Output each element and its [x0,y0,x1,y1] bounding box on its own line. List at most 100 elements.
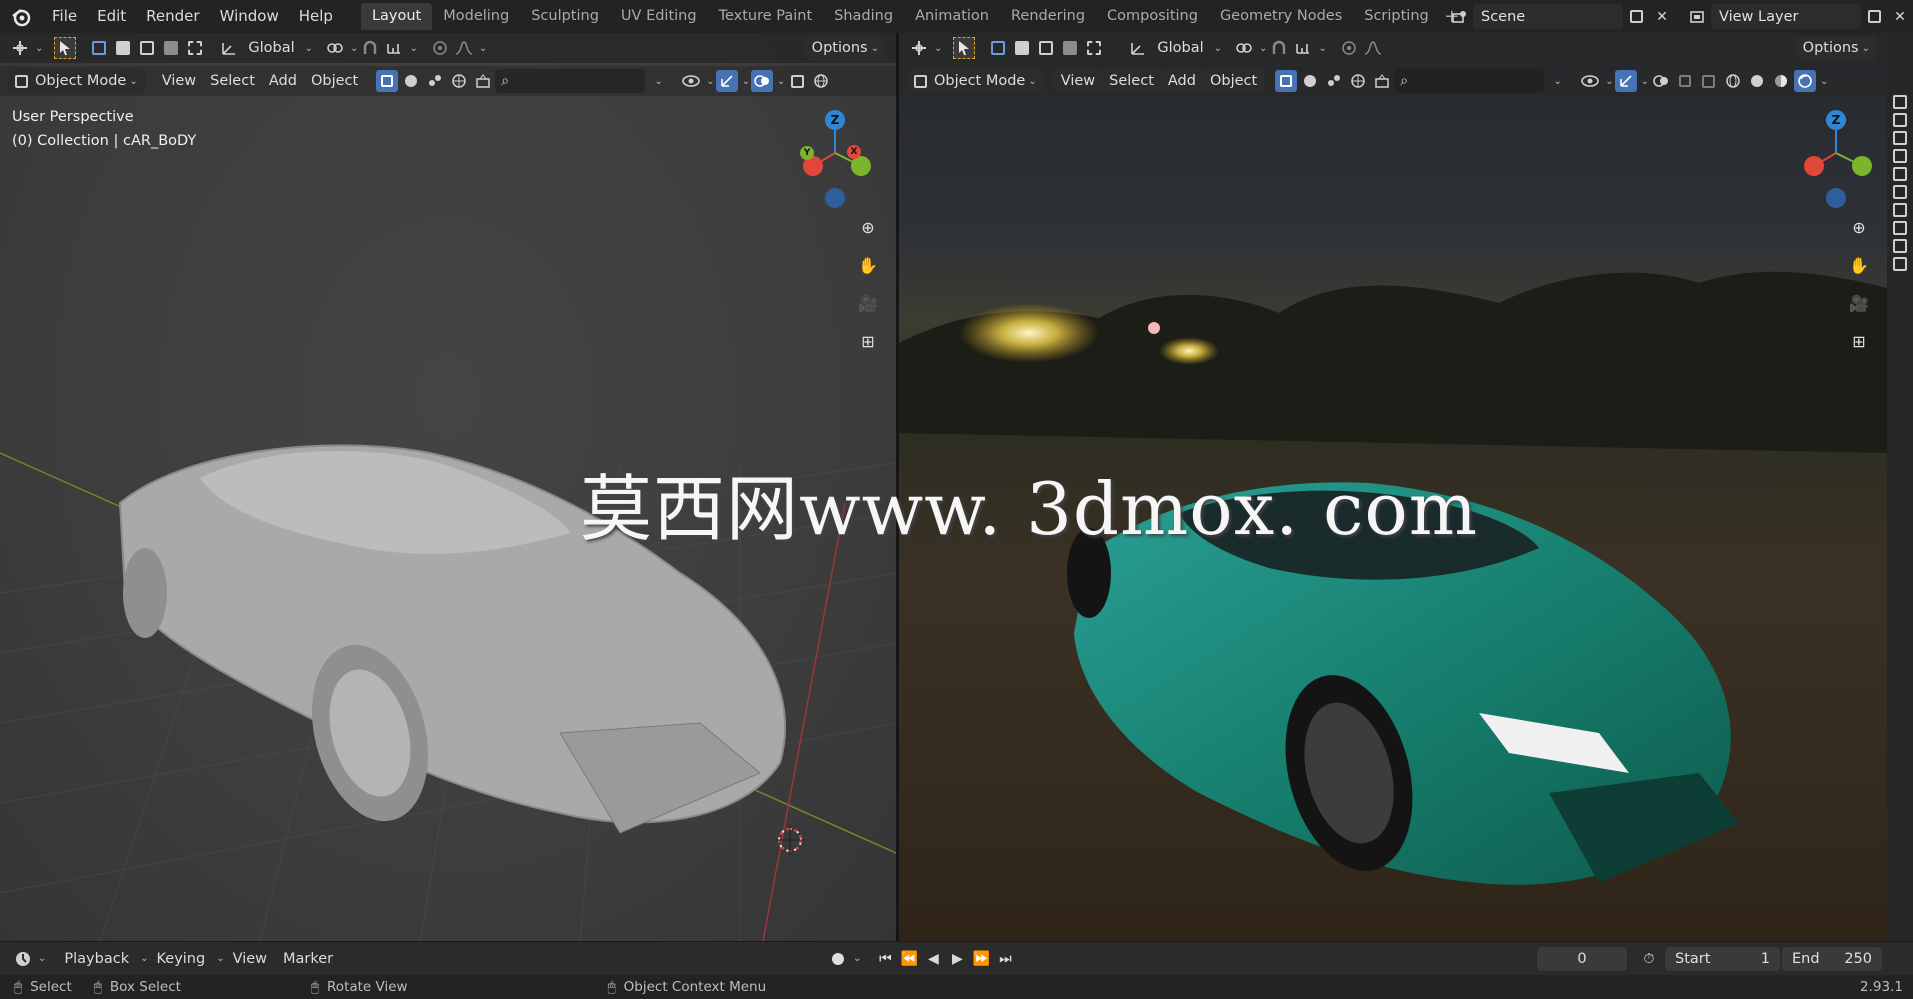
gizmo-x-neg-axis[interactable] [851,156,871,176]
object-mode-dropdown[interactable]: Object Mode ⌄ [907,69,1044,93]
scene-icon[interactable] [1447,4,1473,29]
menu-window[interactable]: Window [210,0,289,33]
gizmo-toggle-icon[interactable] [1614,70,1637,92]
add-menu[interactable]: Add [262,69,304,93]
filter-dropdown-icon[interactable]: ⌄ [646,70,668,92]
filter-sphere-icon[interactable] [400,70,422,92]
render-layer-icon[interactable] [1893,149,1907,163]
play-reverse-icon[interactable]: ◀ [922,948,944,970]
scene-name-field[interactable]: Scene [1473,4,1623,29]
snap-icon[interactable] [359,37,381,59]
falloff-icon[interactable] [453,37,475,59]
select-box-subtract-icon[interactable] [1035,37,1057,59]
blender-logo-icon[interactable] [8,4,34,30]
tab-sculpting[interactable]: Sculpting [520,3,610,30]
snap-target-icon[interactable] [1292,37,1314,59]
marker-menu[interactable]: Marker [275,951,341,967]
gizmo-y-neg-axis[interactable] [1804,156,1824,176]
render-layer-icon[interactable] [1893,185,1907,199]
mesh-filter-icon[interactable] [376,70,399,92]
record-icon[interactable] [827,948,849,970]
zoom-icon[interactable]: ⊕ [854,213,882,241]
search-field[interactable]: ⌕ [1394,69,1545,93]
filter-camera-icon[interactable] [1371,70,1393,92]
visibility-eye-icon[interactable] [1579,70,1601,92]
transform-orientation-icon[interactable] [218,37,240,59]
select-menu[interactable]: Select [1102,69,1161,93]
gizmo-toggle-icon[interactable] [715,70,738,92]
editor-type-icon[interactable] [908,37,930,59]
view-layer-icon[interactable] [1685,4,1711,29]
menu-edit[interactable]: Edit [87,0,136,33]
select-box-invert-icon[interactable] [160,37,182,59]
gizmo-z-axis[interactable]: Z [825,110,845,130]
xray-toggle-icon[interactable] [786,70,808,92]
filter-sphere-icon[interactable] [1299,70,1321,92]
select-box-subtract-icon[interactable] [136,37,158,59]
view-menu[interactable]: View [225,951,275,967]
close-scene-icon[interactable]: ✕ [1649,4,1675,29]
render-layer-icon[interactable] [1893,203,1907,217]
view-layer-field[interactable]: View Layer [1711,4,1861,29]
pan-hand-icon[interactable]: ✋ [854,251,882,279]
snap-icon[interactable] [1268,37,1290,59]
filter-particles-icon[interactable] [1323,70,1345,92]
mesh-filter-icon[interactable] [1275,70,1298,92]
camera-view-icon[interactable]: 🎥 [854,289,882,317]
select-box-new-icon[interactable] [88,37,110,59]
play-icon[interactable]: ▶ [946,948,968,970]
select-box-extend-icon[interactable] [1011,37,1033,59]
wireframe-shading-icon[interactable] [810,70,832,92]
snap-target-icon[interactable] [383,37,405,59]
select-tool-icon[interactable] [953,37,976,59]
wireframe-shading-icon[interactable] [1722,70,1744,92]
close-view-layer-icon[interactable]: ✕ [1887,4,1913,29]
gizmo-z-neg-axis[interactable] [825,188,845,208]
new-view-layer-icon[interactable] [1861,4,1887,29]
xray-toggle-icon[interactable] [1698,70,1720,92]
pivot-point-icon[interactable] [1233,37,1255,59]
select-box-intersect-icon[interactable] [1083,37,1105,59]
filter-world-icon[interactable] [448,70,470,92]
view-menu[interactable]: View [155,69,203,93]
tab-compositing[interactable]: Compositing [1096,3,1209,30]
timeline-editor-icon[interactable] [12,948,34,970]
pan-hand-icon[interactable]: ✋ [1845,251,1873,279]
object-menu[interactable]: Object [304,69,365,93]
tab-layout[interactable]: Layout [360,3,433,30]
gizmo-x-neg-axis[interactable] [1852,156,1872,176]
gizmo-z-neg-axis[interactable] [1826,188,1846,208]
tab-uv-editing[interactable]: UV Editing [610,3,708,30]
filter-particles-icon[interactable] [424,70,446,92]
keying-menu[interactable]: Keying [148,951,213,967]
start-frame-field[interactable]: Start 1 [1665,946,1780,971]
select-tool-icon[interactable] [54,37,77,59]
perspective-toggle-icon[interactable]: ⊞ [1845,327,1873,355]
next-keyframe-icon[interactable]: ⏩ [970,948,992,970]
orientation-dropdown[interactable]: Global [1150,36,1210,60]
object-mode-dropdown[interactable]: Object Mode ⌄ [8,69,145,93]
render-layer-icon[interactable] [1893,131,1907,145]
options-dropdown[interactable]: Options ⌄ [804,36,886,60]
overlays-dropdown-icon[interactable] [1674,70,1696,92]
gizmo-z-axis[interactable]: Z [1826,110,1846,130]
orientation-dropdown[interactable]: Global [241,36,301,60]
select-box-extend-icon[interactable] [112,37,134,59]
render-layer-icon[interactable] [1893,167,1907,181]
solid-shading-icon[interactable] [1746,70,1768,92]
overlays-toggle-icon[interactable] [1650,70,1672,92]
stopwatch-icon[interactable]: ⏱ [1638,948,1660,970]
visibility-eye-icon[interactable] [680,70,702,92]
rendered-shading-icon[interactable] [1793,70,1816,92]
camera-view-icon[interactable]: 🎥 [1845,289,1873,317]
menu-render[interactable]: Render [136,0,209,33]
jump-start-icon[interactable]: ⏮ [874,948,896,970]
transform-orientation-icon[interactable] [1127,37,1149,59]
filter-dropdown-icon[interactable]: ⌄ [1545,70,1567,92]
falloff-icon[interactable] [1362,37,1384,59]
gizmo-y-axis[interactable]: Y [800,146,814,160]
prev-keyframe-icon[interactable]: ⏪ [898,948,920,970]
playback-menu[interactable]: Playback [56,951,137,967]
select-box-new-icon[interactable] [987,37,1009,59]
perspective-toggle-icon[interactable]: ⊞ [854,327,882,355]
